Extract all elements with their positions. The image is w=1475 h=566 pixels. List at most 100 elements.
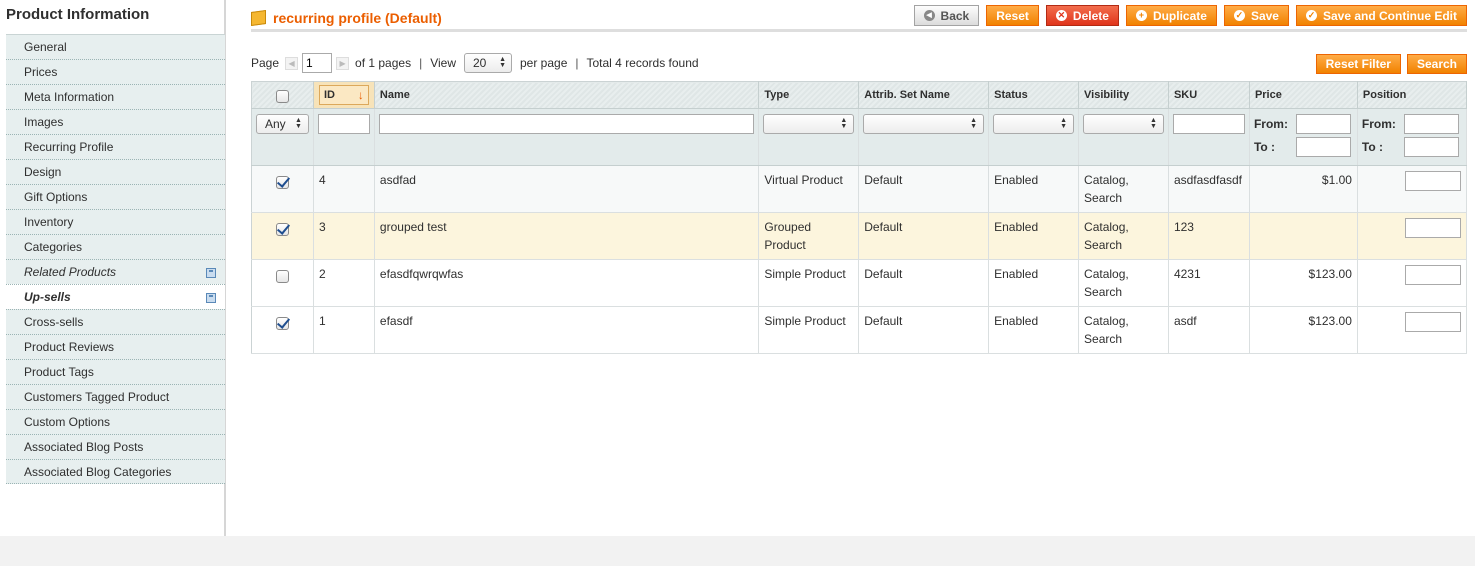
reset-button[interactable]: Reset [986, 5, 1039, 26]
column-header-attrib-set[interactable]: Attrib. Set Name [858, 81, 990, 109]
filter-cell-price: From: To : [1249, 108, 1358, 166]
save-and-continue-button[interactable]: ✓ Save and Continue Edit [1295, 5, 1467, 26]
per-page-text: per page [520, 56, 568, 70]
column-header-price[interactable]: Price [1249, 81, 1358, 109]
position-input[interactable] [1405, 171, 1461, 191]
sidebar-item-label: Cross-sells [24, 315, 84, 329]
cell-price: $123.00 [1249, 259, 1358, 307]
position-input[interactable] [1405, 218, 1461, 238]
delete-button-label: Delete [1072, 8, 1109, 23]
per-page-select[interactable]: 20 ▲ ▼ [464, 53, 512, 73]
sidebar-item-images[interactable]: Images [6, 109, 225, 134]
cell-attrib-set: Default [858, 165, 990, 213]
table-row[interactable]: 4 asdfad Virtual Product Default Enabled… [251, 165, 1468, 213]
position-from-input[interactable] [1403, 114, 1459, 134]
sidebar-item-product-reviews[interactable]: Product Reviews [6, 334, 225, 359]
price-from-input[interactable] [1295, 114, 1351, 134]
select-updown-icon: ▲ ▼ [1150, 117, 1157, 130]
sidebar-item-up-sells[interactable]: Up-sells [6, 284, 225, 309]
header-actions: ◀ Back Reset ✕ Delete + Duplicate ✓ Save ✓ Sa… [913, 5, 1467, 26]
sidebar-item-customers-tagged-product[interactable]: Customers Tagged Product [6, 384, 225, 409]
column-header-type[interactable]: Type [758, 81, 860, 109]
prev-page-icon[interactable]: ◀ [285, 56, 299, 70]
filter-visibility-select[interactable]: ▲ ▼ [1083, 114, 1164, 134]
filter-any-select[interactable]: Any ▲ ▼ [256, 114, 309, 134]
price-from-label: From: [1253, 117, 1288, 131]
sidebar-item-general[interactable]: General [6, 34, 225, 59]
sidebar-item-label: Recurring Profile [24, 140, 114, 154]
filter-id-input[interactable] [317, 114, 370, 134]
pager-separator: | [575, 56, 579, 70]
cell-sku: 4231 [1168, 259, 1250, 307]
footer-band [0, 536, 1475, 566]
cell-price: $123.00 [1249, 306, 1358, 354]
table-row[interactable]: 1 efasdf Simple Product Default Enabled … [251, 306, 1468, 354]
select-updown-icon: ▲ ▼ [499, 56, 506, 69]
product-tabs-list: General Prices Meta Information Images R… [6, 34, 225, 484]
filter-type-select[interactable]: ▲ ▼ [763, 114, 855, 134]
page-title-text: recurring profile (Default) [273, 10, 442, 26]
sidebar-item-label: Custom Options [24, 415, 111, 429]
filter-attrib-set-select[interactable]: ▲ ▼ [863, 114, 985, 134]
sidebar-item-design[interactable]: Design [6, 159, 225, 184]
sidebar-item-categories[interactable]: Categories [6, 234, 225, 259]
cell-attrib-set: Default [858, 306, 990, 354]
price-to-label: To : [1253, 140, 1276, 154]
sidebar-item-label: Inventory [24, 215, 74, 229]
sidebar-item-associated-blog-categories[interactable]: Associated Blog Categories [6, 459, 225, 484]
search-button[interactable]: Search [1406, 54, 1467, 74]
column-header-name[interactable]: Name [374, 81, 760, 109]
page-number-input[interactable] [302, 53, 333, 73]
column-header-id[interactable]: ID ↓ [313, 81, 375, 109]
page-header: recurring profile (Default) ◀ Back Reset … [251, 0, 1467, 32]
sidebar-item-label: Related Products [24, 265, 117, 279]
cell-type: Grouped Product [758, 212, 860, 260]
sidebar-item-label: General [24, 40, 67, 54]
delete-button[interactable]: ✕ Delete [1045, 5, 1119, 26]
column-header-status[interactable]: Status [988, 81, 1080, 109]
column-header-visibility[interactable]: Visibility [1078, 81, 1169, 109]
save-button[interactable]: ✓ Save [1223, 5, 1289, 26]
sidebar-item-custom-options[interactable]: Custom Options [6, 409, 225, 434]
row-checkbox[interactable] [275, 269, 289, 283]
cell-name: efasdf [374, 306, 760, 354]
table-row[interactable]: 2 efasdfqwrqwfas Simple Product Default … [251, 259, 1468, 307]
position-input[interactable] [1405, 265, 1461, 285]
filter-status-select[interactable]: ▲ ▼ [993, 114, 1075, 134]
sidebar-item-related-products[interactable]: Related Products [6, 259, 225, 284]
row-checkbox[interactable] [275, 175, 289, 189]
sidebar-item-recurring-profile[interactable]: Recurring Profile [6, 134, 225, 159]
column-header-position[interactable]: Position [1357, 81, 1468, 109]
sidebar-item-meta-information[interactable]: Meta Information [6, 84, 225, 109]
back-button[interactable]: ◀ Back [913, 5, 980, 26]
row-checkbox[interactable] [275, 222, 289, 236]
sidebar-item-inventory[interactable]: Inventory [6, 209, 225, 234]
sidebar-item-label: Categories [24, 240, 83, 254]
sidebar-item-product-tags[interactable]: Product Tags [6, 359, 225, 384]
filter-name-input[interactable] [378, 114, 755, 134]
column-header-sku[interactable]: SKU [1168, 81, 1250, 109]
next-page-icon[interactable]: ▶ [336, 56, 350, 70]
row-select-cell [251, 259, 314, 307]
cell-type: Virtual Product [758, 165, 860, 213]
position-to-input[interactable] [1403, 137, 1459, 157]
sidebar-item-cross-sells[interactable]: Cross-sells [6, 309, 225, 334]
column-id-label: ID [323, 89, 335, 101]
row-checkbox[interactable] [275, 316, 289, 330]
price-to-input[interactable] [1295, 137, 1351, 157]
reset-filter-button[interactable]: Reset Filter [1315, 54, 1401, 74]
filter-sku-input[interactable] [1172, 114, 1245, 134]
table-row[interactable]: 3 grouped test Grouped Product Default E… [251, 212, 1468, 260]
position-input[interactable] [1405, 312, 1461, 332]
sidebar-item-prices[interactable]: Prices [6, 59, 225, 84]
duplicate-button[interactable]: + Duplicate [1125, 5, 1217, 26]
sidebar-title: Product Information [6, 6, 150, 23]
select-all-header[interactable] [251, 81, 314, 109]
sidebar-item-gift-options[interactable]: Gift Options [6, 184, 225, 209]
select-updown-icon: ▲ ▼ [295, 117, 302, 130]
sidebar-item-associated-blog-posts[interactable]: Associated Blog Posts [6, 434, 225, 459]
cell-sku: asdf [1168, 306, 1250, 354]
filter-cell-name [374, 108, 760, 166]
select-all-checkbox[interactable] [275, 90, 289, 103]
changed-save-icon [206, 268, 216, 278]
